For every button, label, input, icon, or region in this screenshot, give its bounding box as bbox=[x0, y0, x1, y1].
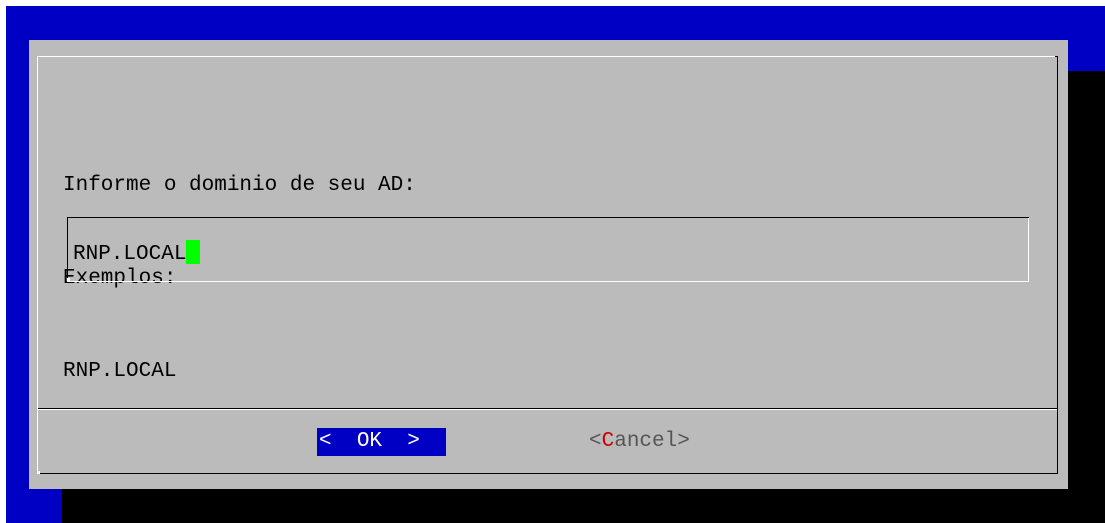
domain-input-value: RNP.LOCAL bbox=[73, 243, 187, 266]
cancel-button[interactable]: <Cancel> bbox=[589, 428, 690, 456]
input-corner-top-right bbox=[1026, 217, 1029, 218]
button-separator bbox=[38, 408, 1057, 410]
prompt-line: RNP.LOCAL bbox=[63, 360, 177, 383]
ok-button-label: OK bbox=[356, 430, 383, 453]
input-dialog: Informe o dominio de seu AD: Exemplos: R… bbox=[29, 40, 1068, 489]
text-cursor bbox=[186, 240, 201, 264]
domain-input-box[interactable] bbox=[67, 217, 1029, 282]
cancel-left-bracket: < bbox=[589, 430, 602, 453]
prompt-line: Informe o dominio de seu AD: bbox=[63, 174, 416, 197]
cancel-hotkey: C bbox=[601, 430, 615, 453]
cancel-button-label: ancel bbox=[614, 430, 678, 453]
ok-button[interactable]: < OK > bbox=[317, 428, 446, 456]
cancel-right-bracket: > bbox=[677, 430, 690, 453]
frame-corner-bottom-left bbox=[37, 471, 40, 474]
input-corner-bottom-left bbox=[67, 278, 70, 282]
frame-corner-top-right bbox=[1055, 56, 1058, 57]
ok-left-bracket: < bbox=[319, 430, 332, 453]
domain-input[interactable]: RNP.LOCAL bbox=[73, 240, 201, 268]
ok-right-bracket: > bbox=[407, 430, 420, 453]
